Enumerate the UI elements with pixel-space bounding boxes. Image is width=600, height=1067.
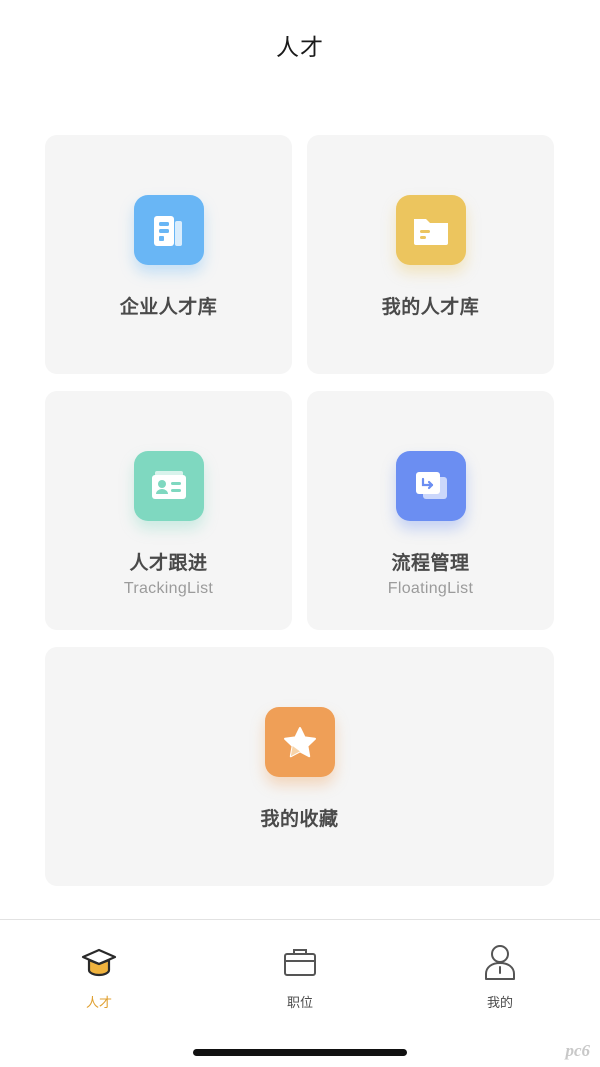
tab-label: 职位 — [286, 996, 313, 1011]
card-title: 人才跟进 — [129, 552, 208, 574]
tab-label: 人才 — [85, 996, 112, 1011]
home-indicator — [193, 1049, 407, 1056]
flow-document-icon — [395, 451, 466, 521]
building-icon — [133, 195, 204, 265]
star-icon — [264, 707, 335, 777]
card-subtitle: TrackingList — [123, 580, 214, 597]
id-card-icon — [133, 451, 204, 521]
page-title: 人才 — [276, 34, 324, 61]
bottom-tab-bar: 人才 职位 我的 — [0, 919, 600, 1067]
tab-label: 我的 — [486, 996, 513, 1011]
card-subtitle: FloatingList — [387, 580, 474, 597]
talent-tracking-card[interactable]: 人才跟进 TrackingList — [45, 391, 292, 630]
process-management-card[interactable]: 流程管理 FloatingList — [307, 391, 554, 630]
folder-icon — [395, 195, 466, 265]
tab-jobs[interactable]: 职位 — [240, 942, 360, 1012]
watermark: pc6 — [565, 1041, 590, 1060]
briefcase-icon — [281, 942, 319, 982]
my-talent-pool-card[interactable]: 我的人才库 — [307, 135, 554, 374]
talent-page: 人才 企业人才库 我的人才库 人才跟进 TrackingList 流程管理 Fl… — [0, 0, 600, 1067]
tab-mine[interactable]: 我的 — [440, 942, 560, 1012]
nav-header: 人才 — [0, 0, 600, 95]
my-favorites-card[interactable]: 我的收藏 — [45, 647, 554, 886]
user-icon — [481, 942, 519, 982]
card-title: 我的人才库 — [381, 296, 480, 318]
graduation-cap-icon — [80, 942, 118, 982]
enterprise-talent-pool-card[interactable]: 企业人才库 — [45, 135, 292, 374]
card-title: 我的收藏 — [260, 808, 339, 830]
card-title: 企业人才库 — [119, 296, 218, 318]
card-title: 流程管理 — [391, 552, 470, 574]
tab-talent[interactable]: 人才 — [39, 942, 159, 1012]
